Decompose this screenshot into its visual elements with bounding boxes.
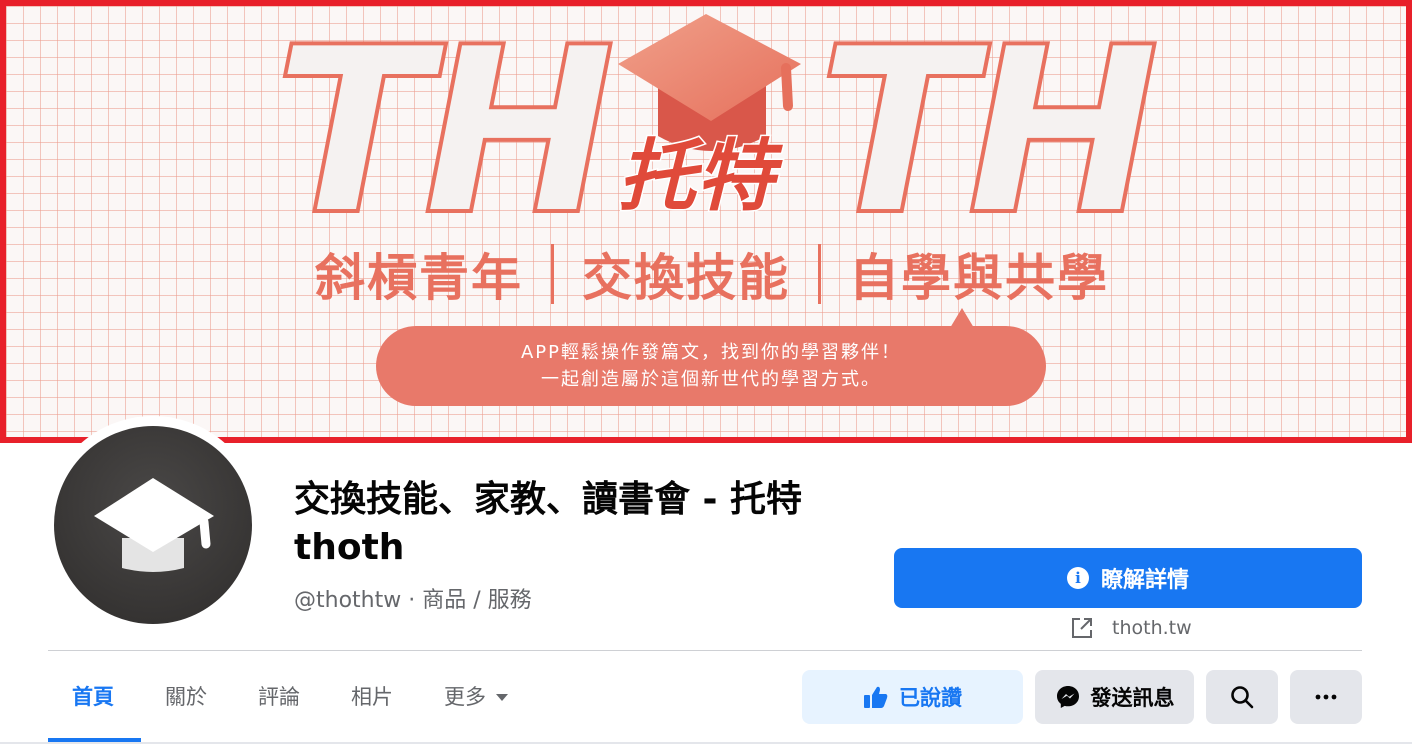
logo-chinese: 托特 [618, 132, 783, 222]
liked-button[interactable]: 已說讚 [802, 670, 1023, 724]
divider [48, 650, 1362, 651]
send-message-button[interactable]: 發送訊息 [1035, 670, 1194, 724]
cover-photo[interactable]: TH TH 托特 斜槓青年 交換技能 自學與共學 APP輕鬆操作發篇文，找到你的… [0, 0, 1412, 443]
liked-label: 已說讚 [899, 686, 962, 710]
graduation-cap-icon [94, 478, 214, 572]
caret-down-icon [496, 694, 508, 701]
page-title: 交換技能、家教、讀書會 - 托特 thoth [294, 479, 803, 568]
more-options-button[interactable] [1290, 670, 1362, 724]
thumbs-up-icon [864, 686, 888, 708]
tab-photos[interactable]: 相片 [351, 670, 393, 722]
slogan-divider [551, 244, 554, 304]
slogan-divider [818, 244, 821, 304]
tab-more[interactable]: 更多 [444, 670, 508, 722]
tab-reviews[interactable]: 評論 [258, 670, 300, 722]
avatar[interactable] [54, 426, 252, 624]
tab-label: 關於 [165, 685, 207, 709]
website-link[interactable]: thoth.tw [1070, 616, 1192, 640]
slogan-1: 斜槓青年 [315, 249, 523, 307]
website-label: thoth.tw [1112, 617, 1192, 639]
messenger-icon [1056, 686, 1079, 708]
speech-bubble: APP輕鬆操作發篇文，找到你的學習夥伴！ 一起創造屬於這個新世代的學習方式。 [376, 308, 1046, 406]
logo-cap-icon [618, 14, 801, 151]
bubble-line-1: APP輕鬆操作發篇文，找到你的學習夥伴！ [520, 342, 902, 363]
slogan-3: 自學與共學 [849, 249, 1109, 307]
bubble-line-2: 一起創造屬於這個新世代的學習方式。 [541, 369, 881, 390]
external-link-icon [1072, 618, 1092, 638]
send-message-label: 發送訊息 [1090, 686, 1175, 710]
cover-slogan: 斜槓青年 交換技能 自學與共學 [6, 238, 1406, 310]
logo-letters-right: TH [818, 6, 1155, 266]
learn-more-button[interactable]: i 瞭解詳情 [894, 548, 1362, 608]
tab-about[interactable]: 關於 [165, 670, 207, 722]
search-icon [1231, 686, 1254, 709]
tab-label: 相片 [351, 685, 393, 709]
tab-label: 更多 [444, 685, 486, 709]
more-icon [1315, 694, 1337, 700]
logo-letters-left: TH [274, 6, 611, 266]
page-handle: @thothtw · 商品 / 服務 [294, 588, 532, 613]
tab-home[interactable]: 首頁 [72, 670, 114, 722]
tab-label: 評論 [258, 685, 300, 709]
learn-more-label: 瞭解詳情 [1100, 568, 1189, 593]
info-icon: i [1066, 567, 1089, 589]
tab-label: 首頁 [72, 685, 114, 709]
search-button[interactable] [1206, 670, 1278, 724]
slogan-2: 交換技能 [582, 249, 790, 307]
